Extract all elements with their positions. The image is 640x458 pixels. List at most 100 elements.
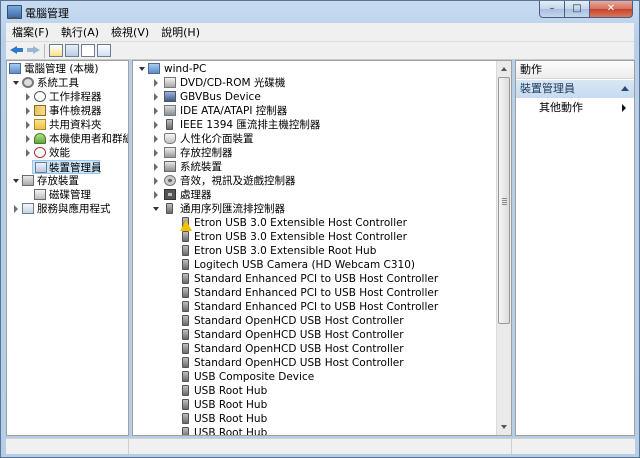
expand-closed-icon[interactable] xyxy=(26,149,30,157)
tree-item-device-manager[interactable]: 裝置管理員 xyxy=(32,160,102,174)
usb-device[interactable]: Standard OpenHCD USB Host Controller xyxy=(179,342,479,356)
expand-closed-icon[interactable] xyxy=(14,205,18,213)
forward-button[interactable] xyxy=(26,44,40,57)
usb-icon xyxy=(182,357,189,368)
expand-closed-icon[interactable] xyxy=(154,163,158,171)
category-label: DVD/CD-ROM 光碟機 xyxy=(180,77,286,89)
tree-item-event-viewer[interactable]: 事件檢視器 xyxy=(23,104,127,118)
expand-closed-icon[interactable] xyxy=(154,93,158,101)
event-log-icon xyxy=(34,105,46,116)
back-button[interactable] xyxy=(10,44,24,57)
console-tree-icon[interactable] xyxy=(49,44,63,57)
submenu-arrow-icon xyxy=(622,104,626,112)
usb-device[interactable]: Standard OpenHCD USB Host Controller xyxy=(179,314,479,328)
usb-device[interactable]: USB Root Hub xyxy=(179,398,479,412)
expand-closed-icon[interactable] xyxy=(154,107,158,115)
category-gbvbus[interactable]: GBVBus Device xyxy=(151,90,491,104)
menu-help[interactable]: 說明(H) xyxy=(155,24,206,40)
collapse-up-icon[interactable] xyxy=(621,86,629,91)
scroll-up-icon[interactable] xyxy=(498,62,510,76)
status-bar xyxy=(6,438,635,454)
category-usb-controllers[interactable]: 通用序列匯流排控制器 xyxy=(151,202,491,216)
usb-device-label: Standard Enhanced PCI to USB Host Contro… xyxy=(194,287,439,299)
category-system-devices[interactable]: 系統裝置 xyxy=(151,160,491,174)
close-button[interactable]: ✕ xyxy=(590,1,633,18)
tree-item-label: 工作排程器 xyxy=(49,91,102,103)
menu-action[interactable]: 執行(A) xyxy=(55,24,105,40)
tree-item-computer-management[interactable]: 電腦管理 (本機) xyxy=(9,62,127,76)
speaker-icon xyxy=(164,175,176,186)
tree-item-services-apps[interactable]: 服務與應用程式 xyxy=(11,202,127,216)
menu-file[interactable]: 檔案(F) xyxy=(6,24,55,40)
category-label: GBVBus Device xyxy=(180,91,261,103)
expand-closed-icon[interactable] xyxy=(154,177,158,185)
usb-device-label: Standard OpenHCD USB Host Controller xyxy=(194,315,404,327)
users-icon xyxy=(34,133,46,144)
usb-device-label: USB Root Hub xyxy=(194,413,268,425)
tree-item-task-scheduler[interactable]: 工作排程器 xyxy=(23,90,127,104)
usb-device[interactable]: Etron USB 3.0 Extensible Root Hub xyxy=(179,244,479,258)
expand-open-icon[interactable] xyxy=(139,67,145,71)
expand-closed-icon[interactable] xyxy=(154,149,158,157)
expand-closed-icon[interactable] xyxy=(154,191,158,199)
actions-section-device-manager[interactable]: 裝置管理員 xyxy=(516,80,634,98)
usb-icon xyxy=(182,245,189,256)
more-actions-item[interactable]: 其他動作 xyxy=(516,99,634,117)
tree-item-storage[interactable]: 存放裝置 xyxy=(11,174,127,188)
usb-device[interactable]: USB Root Hub xyxy=(179,412,479,426)
tree-item-disk-management[interactable]: 磁碟管理 xyxy=(23,188,127,202)
tree-item-shared-folders[interactable]: 共用資料夾 xyxy=(23,118,127,132)
category-dvd[interactable]: DVD/CD-ROM 光碟機 xyxy=(151,76,491,90)
category-sound[interactable]: 音效，視訊及遊戲控制器 xyxy=(151,174,491,188)
expand-open-icon[interactable] xyxy=(13,81,19,85)
usb-device[interactable]: Etron USB 3.0 Extensible Host Controller xyxy=(179,216,479,231)
expand-closed-icon[interactable] xyxy=(26,135,30,143)
title-bar[interactable]: 電腦管理 – □ ✕ xyxy=(1,1,639,23)
expand-closed-icon[interactable] xyxy=(154,121,158,129)
expand-open-icon[interactable] xyxy=(13,179,19,183)
tree-item-local-users[interactable]: 本機使用者和群組 xyxy=(23,132,129,146)
usb-icon xyxy=(182,273,189,284)
device-tree-root[interactable]: wind-PC xyxy=(137,62,487,76)
category-processors[interactable]: 處理器 xyxy=(151,188,491,202)
window-icon[interactable] xyxy=(97,44,111,57)
device-tree-panel: wind-PC DVD/CD-ROM 光碟機 GBVBus Device IDE… xyxy=(132,60,512,436)
usb-device[interactable]: USB Root Hub xyxy=(179,426,479,435)
expand-closed-icon[interactable] xyxy=(26,121,30,129)
usb-device[interactable]: Standard OpenHCD USB Host Controller xyxy=(179,356,479,370)
expand-closed-icon[interactable] xyxy=(26,107,30,115)
scroll-down-icon[interactable] xyxy=(498,420,510,434)
toolbar-separator xyxy=(44,44,45,58)
vertical-scrollbar[interactable] xyxy=(496,61,511,435)
help-icon[interactable] xyxy=(81,44,95,57)
scrollbar-thumb[interactable] xyxy=(498,77,510,324)
menu-view[interactable]: 檢視(V) xyxy=(105,24,155,40)
tree-item-label: 本機使用者和群組 xyxy=(49,133,129,145)
category-storage-controllers[interactable]: 存放控制器 xyxy=(151,146,491,160)
maximize-button[interactable]: □ xyxy=(565,1,590,18)
category-ieee1394[interactable]: IEEE 1394 匯流排主機控制器 xyxy=(151,118,491,132)
expand-closed-icon[interactable] xyxy=(154,135,158,143)
usb-device[interactable]: Etron USB 3.0 Extensible Host Controller xyxy=(179,230,479,244)
caption-buttons: – □ ✕ xyxy=(539,1,633,19)
usb-device[interactable]: Standard OpenHCD USB Host Controller xyxy=(179,328,479,342)
tree-item-label: 電腦管理 (本機) xyxy=(24,63,99,75)
usb-icon xyxy=(182,427,189,435)
minimize-button[interactable]: – xyxy=(539,1,565,18)
usb-device[interactable]: Standard Enhanced PCI to USB Host Contro… xyxy=(179,272,479,286)
properties-icon[interactable] xyxy=(65,44,79,57)
usb-icon xyxy=(182,231,189,242)
usb-device[interactable]: Standard Enhanced PCI to USB Host Contro… xyxy=(179,300,479,314)
tree-item-system-tools[interactable]: 系統工具 xyxy=(11,76,127,90)
expand-closed-icon[interactable] xyxy=(154,79,158,87)
usb-device[interactable]: Standard Enhanced PCI to USB Host Contro… xyxy=(179,286,479,300)
usb-icon xyxy=(166,203,173,214)
usb-device[interactable]: Logitech USB Camera (HD Webcam C310) xyxy=(179,258,479,272)
category-hid[interactable]: 人性化介面裝置 xyxy=(151,132,491,146)
usb-device[interactable]: USB Root Hub xyxy=(179,384,479,398)
usb-device[interactable]: USB Composite Device xyxy=(179,370,479,384)
expand-closed-icon[interactable] xyxy=(26,93,30,101)
tree-item-performance[interactable]: 效能 xyxy=(23,146,127,160)
category-ide[interactable]: IDE ATA/ATAPI 控制器 xyxy=(151,104,491,118)
expand-open-icon[interactable] xyxy=(153,207,159,211)
